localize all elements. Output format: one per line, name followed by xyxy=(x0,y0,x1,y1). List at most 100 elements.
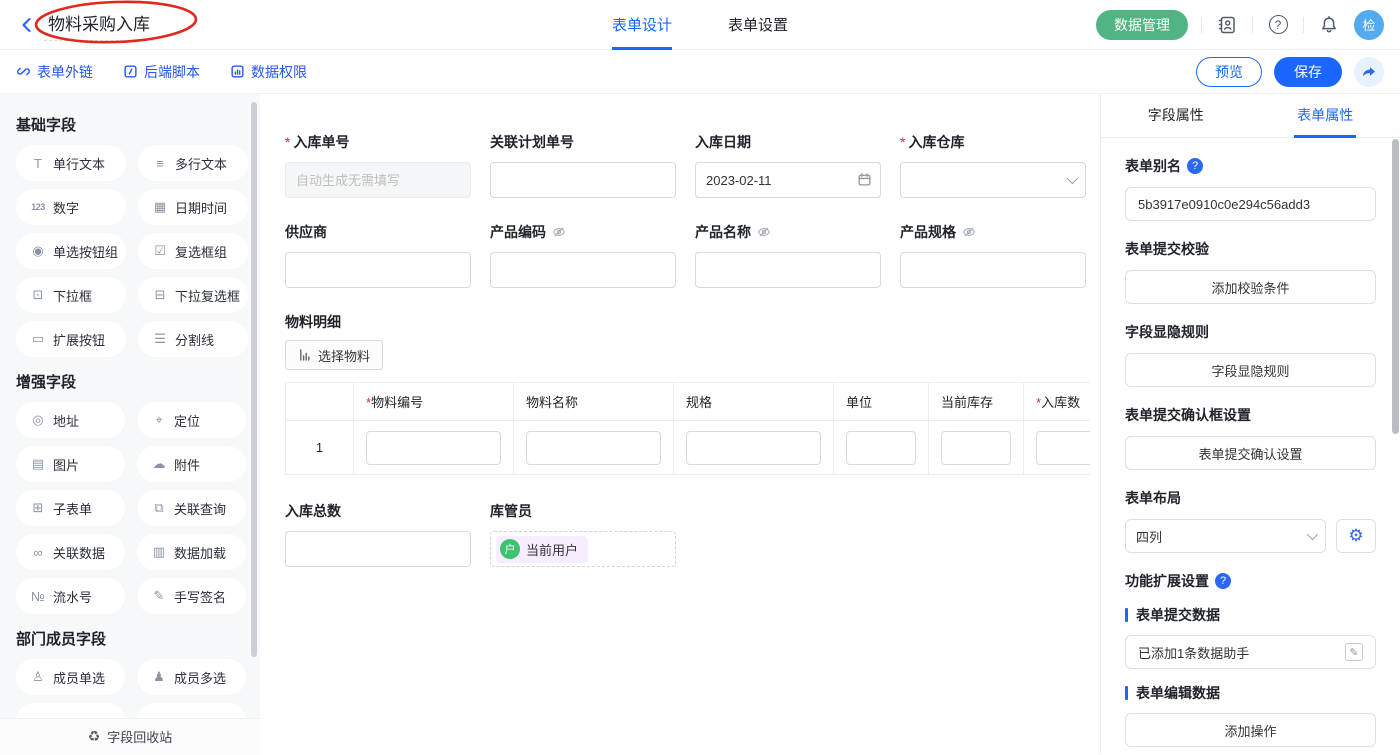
share-button[interactable] xyxy=(1354,57,1384,87)
subform-title: 物料明细 xyxy=(285,312,1100,332)
member-picker[interactable]: 户 当前用户 xyxy=(490,531,676,567)
field-pill-address[interactable]: ◎地址 xyxy=(16,402,125,438)
current-user-tag[interactable]: 户 当前用户 xyxy=(496,536,588,563)
window-scrollbar[interactable] xyxy=(1392,139,1399,434)
field-pill-location[interactable]: ⌖定位 xyxy=(137,402,246,438)
visibility-rules-button[interactable]: 字段显隐规则 xyxy=(1125,353,1376,387)
backend-script-link[interactable]: 后端脚本 xyxy=(123,62,200,82)
map-pin-icon: ◎ xyxy=(30,412,46,428)
subform-icon: ⊞ xyxy=(30,500,46,516)
plan-no-input[interactable] xyxy=(490,162,676,198)
field-pill-subform[interactable]: ⊞子表单 xyxy=(16,490,125,526)
recycle-icon: ♻ xyxy=(88,728,101,745)
field-warehouse-keeper[interactable]: 库管员 户 当前用户 xyxy=(490,501,676,567)
data-permission-link[interactable]: 数据权限 xyxy=(230,62,307,82)
field-pill-radio-group[interactable]: ◉单选按钮组 xyxy=(16,233,126,269)
field-pill-single-line-text[interactable]: T单行文本 xyxy=(16,145,126,181)
help-button[interactable]: ? xyxy=(1266,13,1290,37)
unit-input[interactable] xyxy=(846,431,916,465)
add-operation-button[interactable]: 添加操作 xyxy=(1125,713,1376,747)
notifications-button[interactable] xyxy=(1317,13,1341,37)
stock-input[interactable] xyxy=(941,431,1011,465)
help-icon[interactable]: ? xyxy=(1215,573,1231,589)
inbound-qty-input[interactable] xyxy=(1036,431,1090,465)
avatar[interactable]: 检 xyxy=(1354,10,1384,40)
supplier-input[interactable] xyxy=(285,252,471,288)
inbound-no-input[interactable] xyxy=(285,162,471,198)
form-alias-input[interactable]: 5b3917e0910c0e294c56add3 xyxy=(1125,187,1376,221)
help-icon[interactable]: ? xyxy=(1187,158,1203,174)
material-no-input[interactable] xyxy=(366,431,501,465)
tab-form-design[interactable]: 表单设计 xyxy=(612,0,672,50)
field-total-qty[interactable]: 入库总数 xyxy=(285,501,471,567)
preview-button[interactable]: 预览 xyxy=(1196,57,1262,87)
field-inbound-no[interactable]: *入库单号 xyxy=(285,132,471,198)
field-pill-lookup-query[interactable]: ⧉关联查询 xyxy=(137,490,246,526)
field-pill-number[interactable]: 123数字 xyxy=(16,189,126,225)
edit-pencil-icon[interactable]: ✎ xyxy=(1345,643,1363,661)
layout-settings-button[interactable]: ⚙ xyxy=(1336,519,1376,553)
form-external-link[interactable]: 表单外链 xyxy=(16,62,93,82)
tab-form-settings[interactable]: 表单设置 xyxy=(728,0,788,50)
field-pill-member-single[interactable]: ♙成员单选 xyxy=(16,659,125,695)
field-pill-image[interactable]: ▤图片 xyxy=(16,446,125,482)
field-pill-data-load[interactable]: ▥数据加载 xyxy=(137,534,246,570)
field-pill-multi-line-text[interactable]: ≡多行文本 xyxy=(138,145,248,181)
field-product-spec[interactable]: 产品规格 xyxy=(900,222,1086,288)
page-title[interactable]: 物料采购入库 xyxy=(44,8,154,41)
field-warehouse[interactable]: *入库仓库 xyxy=(900,132,1086,198)
data-assistant-box[interactable]: 已添加1条数据助手 ✎ xyxy=(1125,635,1376,669)
subform-col-spec: 规格 xyxy=(674,383,834,421)
divider-icon: ☰ xyxy=(152,331,168,347)
material-name-input[interactable] xyxy=(526,431,661,465)
spec-input[interactable] xyxy=(686,431,821,465)
subform-col-material-no: *物料编号 xyxy=(354,383,514,421)
code-square-icon xyxy=(123,64,138,79)
contacts-button[interactable] xyxy=(1215,13,1239,37)
field-pill-extend-button[interactable]: ▭扩展按钮 xyxy=(16,321,126,357)
select-material-button[interactable]: 选择物料 xyxy=(285,340,383,370)
lookup-icon: ⧉ xyxy=(151,500,167,516)
field-plan-no[interactable]: 关联计划单号 xyxy=(490,132,676,198)
field-product-name[interactable]: 产品名称 xyxy=(695,222,881,288)
add-validation-button[interactable]: 添加校验条件 xyxy=(1125,270,1376,304)
layout-label: 表单布局 xyxy=(1125,488,1376,508)
user-icon: ♙ xyxy=(30,669,46,685)
edit-data-label: 表单编辑数据 xyxy=(1125,683,1376,703)
checkbox-icon: ☑ xyxy=(152,243,168,259)
product-name-input[interactable] xyxy=(695,252,881,288)
back-button[interactable] xyxy=(16,14,38,36)
warehouse-select[interactable] xyxy=(900,162,1086,198)
tab-form-properties[interactable]: 表单属性 xyxy=(1251,94,1400,137)
user-badge-icon: 户 xyxy=(500,539,520,559)
divider xyxy=(1303,17,1304,33)
data-manage-button[interactable]: 数据管理 xyxy=(1096,10,1188,40)
field-product-code[interactable]: 产品编码 xyxy=(490,222,676,288)
field-pill-datetime[interactable]: ▦日期时间 xyxy=(138,189,248,225)
field-pill-checkbox-group[interactable]: ☑复选框组 xyxy=(138,233,248,269)
field-pill-serial-number[interactable]: №流水号 xyxy=(16,578,125,614)
field-pill-select[interactable]: ⊡下拉框 xyxy=(16,277,126,313)
sidebar-scrollbar[interactable] xyxy=(251,102,257,657)
field-pill-attachment[interactable]: ☁附件 xyxy=(137,446,246,482)
field-supplier[interactable]: 供应商 xyxy=(285,222,471,288)
field-pill-signature[interactable]: ✎手写签名 xyxy=(137,578,246,614)
tab-field-properties[interactable]: 字段属性 xyxy=(1101,94,1251,137)
field-inbound-date[interactable]: 入库日期 xyxy=(695,132,881,198)
validation-label: 表单提交校验 xyxy=(1125,239,1376,259)
inbound-date-input[interactable] xyxy=(695,162,881,198)
subform-col-inbound-qty: *入库数 xyxy=(1024,383,1091,421)
eye-off-icon xyxy=(757,225,771,239)
field-recycle-bin[interactable]: ♻ 字段回收站 xyxy=(0,718,260,754)
field-pill-multi-select[interactable]: ⊟下拉复选框 xyxy=(138,277,248,313)
save-button[interactable]: 保存 xyxy=(1274,57,1342,87)
data-grid-icon xyxy=(230,64,245,79)
field-pill-linked-data[interactable]: ∞关联数据 xyxy=(16,534,125,570)
product-spec-input[interactable] xyxy=(900,252,1086,288)
field-pill-divider[interactable]: ☰分割线 xyxy=(138,321,248,357)
product-code-input[interactable] xyxy=(490,252,676,288)
total-qty-input[interactable] xyxy=(285,531,471,567)
submit-confirm-button[interactable]: 表单提交确认设置 xyxy=(1125,436,1376,470)
field-pill-member-multi[interactable]: ♟成员多选 xyxy=(137,659,246,695)
layout-select[interactable]: 四列 xyxy=(1125,519,1326,553)
